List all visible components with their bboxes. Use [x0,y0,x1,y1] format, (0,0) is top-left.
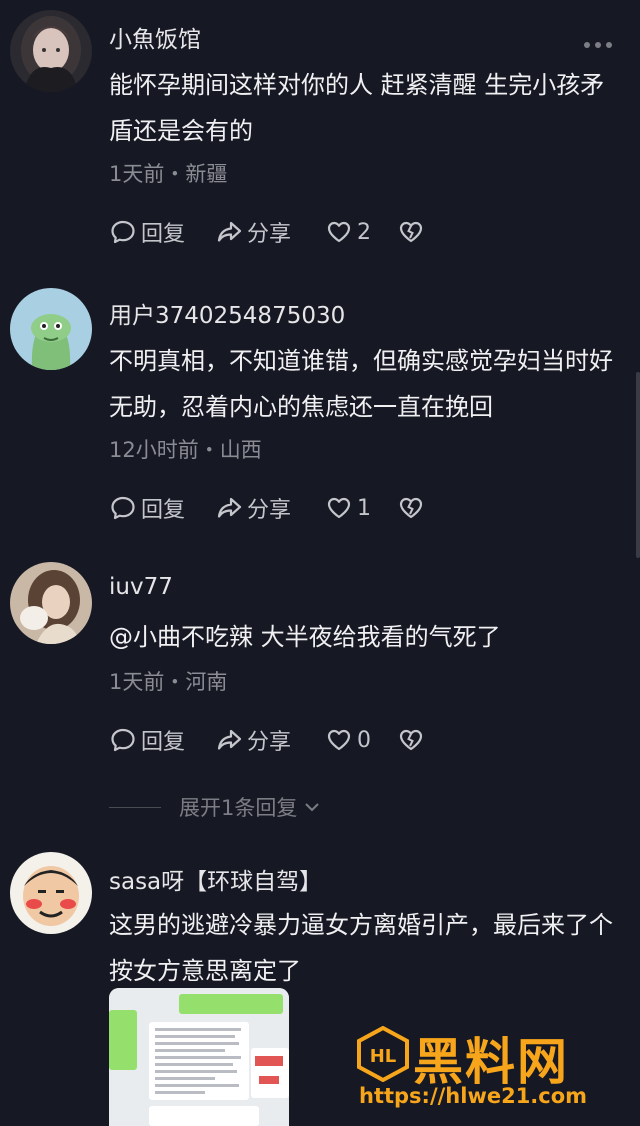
share-button[interactable]: 分享 [215,216,291,248]
avatar[interactable] [10,288,92,370]
avatar[interactable] [10,852,92,934]
hexagon-logo-icon: HL [357,1026,409,1082]
watermark-logo: HL 黑料网 https://hlwe21.com [355,1022,625,1118]
comment-text: 能怀孕期间这样对你的人 赶紧清醒 生完小孩矛盾还是会有的 [109,71,605,145]
reply-label: 回复 [141,730,186,755]
like-count: 0 [357,727,371,753]
watermark-url: https://hlwe21.com [359,1084,588,1108]
comment-text: 不明真相，不知道谁错，但确实感觉孕妇当时好无助，忍着内心的焦虑还一直在挽回 [109,347,613,421]
expand-replies-label: 展开1条回复 [179,796,298,820]
comment-item: 小魚饭馆 能怀孕期间这样对你的人 赶紧清醒 生完小孩矛盾还是会有的 1天前・新疆… [0,0,640,270]
share-icon [217,497,242,518]
reply-label: 回复 [141,498,186,523]
reply-icon [111,496,135,520]
comment-image[interactable] [109,988,289,1126]
share-label: 分享 [247,498,292,523]
comment-item: 用户3740254875030 不明真相，不知道谁错，但确实感觉孕妇当时好无助，… [0,270,640,550]
reply-icon [111,220,135,244]
share-label: 分享 [247,730,292,755]
username[interactable]: sasa呀【环球自驾】 [109,862,322,896]
broken-heart-icon [399,729,423,751]
like-button[interactable]: 1 [325,492,371,524]
heart-icon [327,497,351,519]
broken-heart-icon [399,497,423,519]
dislike-button[interactable] [397,724,429,756]
share-label: 分享 [247,222,292,247]
reply-button[interactable]: 回复 [109,216,185,248]
like-count: 2 [357,219,371,245]
comment-meta: 1天前・新疆 [109,162,228,186]
avatar[interactable] [10,562,92,644]
chevron-down-icon [305,803,320,812]
divider [109,806,161,808]
dislike-button[interactable] [397,492,429,524]
comment-actions: 回复 分享 0 [109,724,439,756]
comment-item: iuv77 @小曲不吃辣 大半夜给我看的气死了 1天前・河南 回复 分享 0 [0,550,640,790]
comment-actions: 回复 分享 1 [109,492,439,524]
username[interactable]: 用户3740254875030 [109,296,345,330]
comment-text: @小曲不吃辣 大半夜给我看的气死了 [109,623,501,651]
reply-button[interactable]: 回复 [109,492,185,524]
avatar[interactable] [10,10,92,92]
reply-label: 回复 [141,222,186,247]
reply-button[interactable]: 回复 [109,724,185,756]
expand-replies-button[interactable]: 展开1条回复 [109,792,323,822]
share-icon [217,729,242,750]
like-button[interactable]: 0 [325,724,371,756]
comment-meta: 1天前・河南 [109,670,228,694]
like-button[interactable]: 2 [325,216,371,248]
broken-heart-icon [399,221,423,243]
share-icon [217,221,242,242]
heart-icon [327,221,351,243]
reply-icon [111,728,135,752]
scrollbar[interactable] [636,372,640,558]
comment-actions: 回复 分享 2 [109,216,439,248]
share-button[interactable]: 分享 [215,724,291,756]
share-button[interactable]: 分享 [215,492,291,524]
like-count: 1 [357,495,371,521]
username[interactable]: iuv77 [109,574,173,600]
comment-text: 这男的逃避冷暴力逼女方离婚引产，最后来了个按女方意思离定了 [109,911,613,985]
username[interactable]: 小魚饭馆 [109,20,201,54]
more-options-icon[interactable] [584,42,612,48]
comment-meta: 12小时前・山西 [109,438,262,462]
svg-text:HL: HL [370,1046,397,1067]
dislike-button[interactable] [397,216,429,248]
heart-icon [327,729,351,751]
